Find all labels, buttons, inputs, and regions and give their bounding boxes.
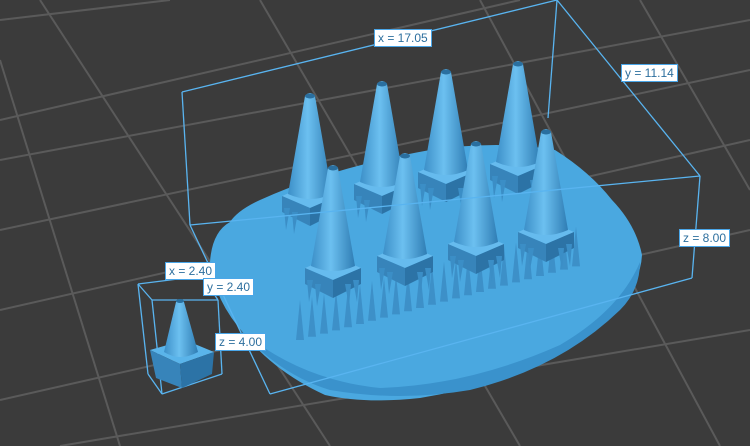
large-model-dim-y-label: y = 11.14 — [621, 64, 678, 82]
large-model-dim-z-label: z = 8.00 — [679, 229, 731, 247]
large-model-dim-x-label: x = 17.05 — [374, 29, 432, 47]
3d-viewport[interactable]: x = 17.05 y = 11.14 z = 8.00 x = 2.40 y … — [0, 0, 750, 446]
small-model-cone — [150, 299, 214, 388]
small-model-dim-z-label: z = 4.00 — [215, 333, 267, 351]
small-model-dim-y-label: y = 2.40 — [203, 278, 255, 296]
